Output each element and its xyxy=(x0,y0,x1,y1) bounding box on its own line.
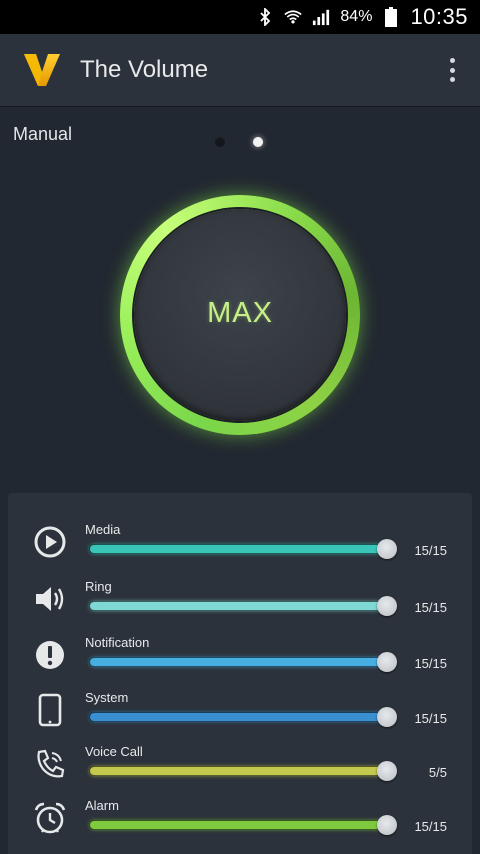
slider-value: 15/15 xyxy=(414,711,447,726)
slider-track[interactable] xyxy=(89,601,387,611)
phone-call-icon xyxy=(30,744,70,784)
slider-row-voice-call: Voice Call 5/5 xyxy=(0,744,480,800)
slider-row-ring: Ring 15/15 xyxy=(0,579,480,635)
wifi-icon xyxy=(284,8,303,26)
app-bar: The Volume xyxy=(0,34,480,106)
slider-fill xyxy=(90,767,386,775)
slider-value: 15/15 xyxy=(414,656,447,671)
slider-value: 15/15 xyxy=(414,600,447,615)
phone-device-icon xyxy=(30,690,70,730)
clock-time: 10:35 xyxy=(410,4,468,29)
slider-label: Ring xyxy=(85,579,112,594)
pager-dot-2-active[interactable] xyxy=(253,137,263,147)
slider-track[interactable] xyxy=(89,712,387,722)
bluetooth-icon xyxy=(256,8,274,26)
slider-track[interactable] xyxy=(89,766,387,776)
slider-value: 5/5 xyxy=(428,765,447,780)
speaker-icon xyxy=(30,579,70,619)
slider-row-alarm: Alarm 15/15 xyxy=(0,798,480,854)
slider-fill xyxy=(90,658,386,666)
slider-value: 15/15 xyxy=(414,819,447,834)
slider-label: Media xyxy=(85,522,121,537)
alert-circle-icon xyxy=(30,635,70,675)
pager-dot-1[interactable] xyxy=(215,137,225,147)
mode-label: Manual xyxy=(13,124,73,144)
knob-label: MAX xyxy=(207,297,273,329)
slider-track[interactable] xyxy=(89,657,387,667)
status-bar: 84% 10:35 xyxy=(0,0,480,34)
slider-fill xyxy=(90,713,386,721)
slider-label: System xyxy=(85,690,129,705)
play-circle-icon xyxy=(30,522,70,562)
slider-fill xyxy=(90,602,386,610)
slider-fill xyxy=(90,545,386,553)
slider-row-media: Media 15/15 xyxy=(0,522,480,578)
v-logo-icon xyxy=(22,52,62,88)
slider-label: Notification xyxy=(85,635,150,650)
more-vert-icon[interactable] xyxy=(444,54,460,86)
slider-fill xyxy=(90,821,386,829)
slider-track[interactable] xyxy=(89,820,387,830)
slider-label: Alarm xyxy=(85,798,119,813)
app-title: The Volume xyxy=(80,56,209,83)
alarm-clock-icon xyxy=(30,798,70,838)
battery-percent: 84% xyxy=(340,8,373,25)
slider-row-system: System 15/15 xyxy=(0,690,480,746)
slider-label: Voice Call xyxy=(85,744,143,759)
battery-icon xyxy=(382,7,400,27)
slider-track[interactable] xyxy=(89,544,387,554)
signal-icon xyxy=(312,8,330,26)
slider-row-notification: Notification 15/15 xyxy=(0,635,480,691)
slider-value: 15/15 xyxy=(414,543,447,558)
